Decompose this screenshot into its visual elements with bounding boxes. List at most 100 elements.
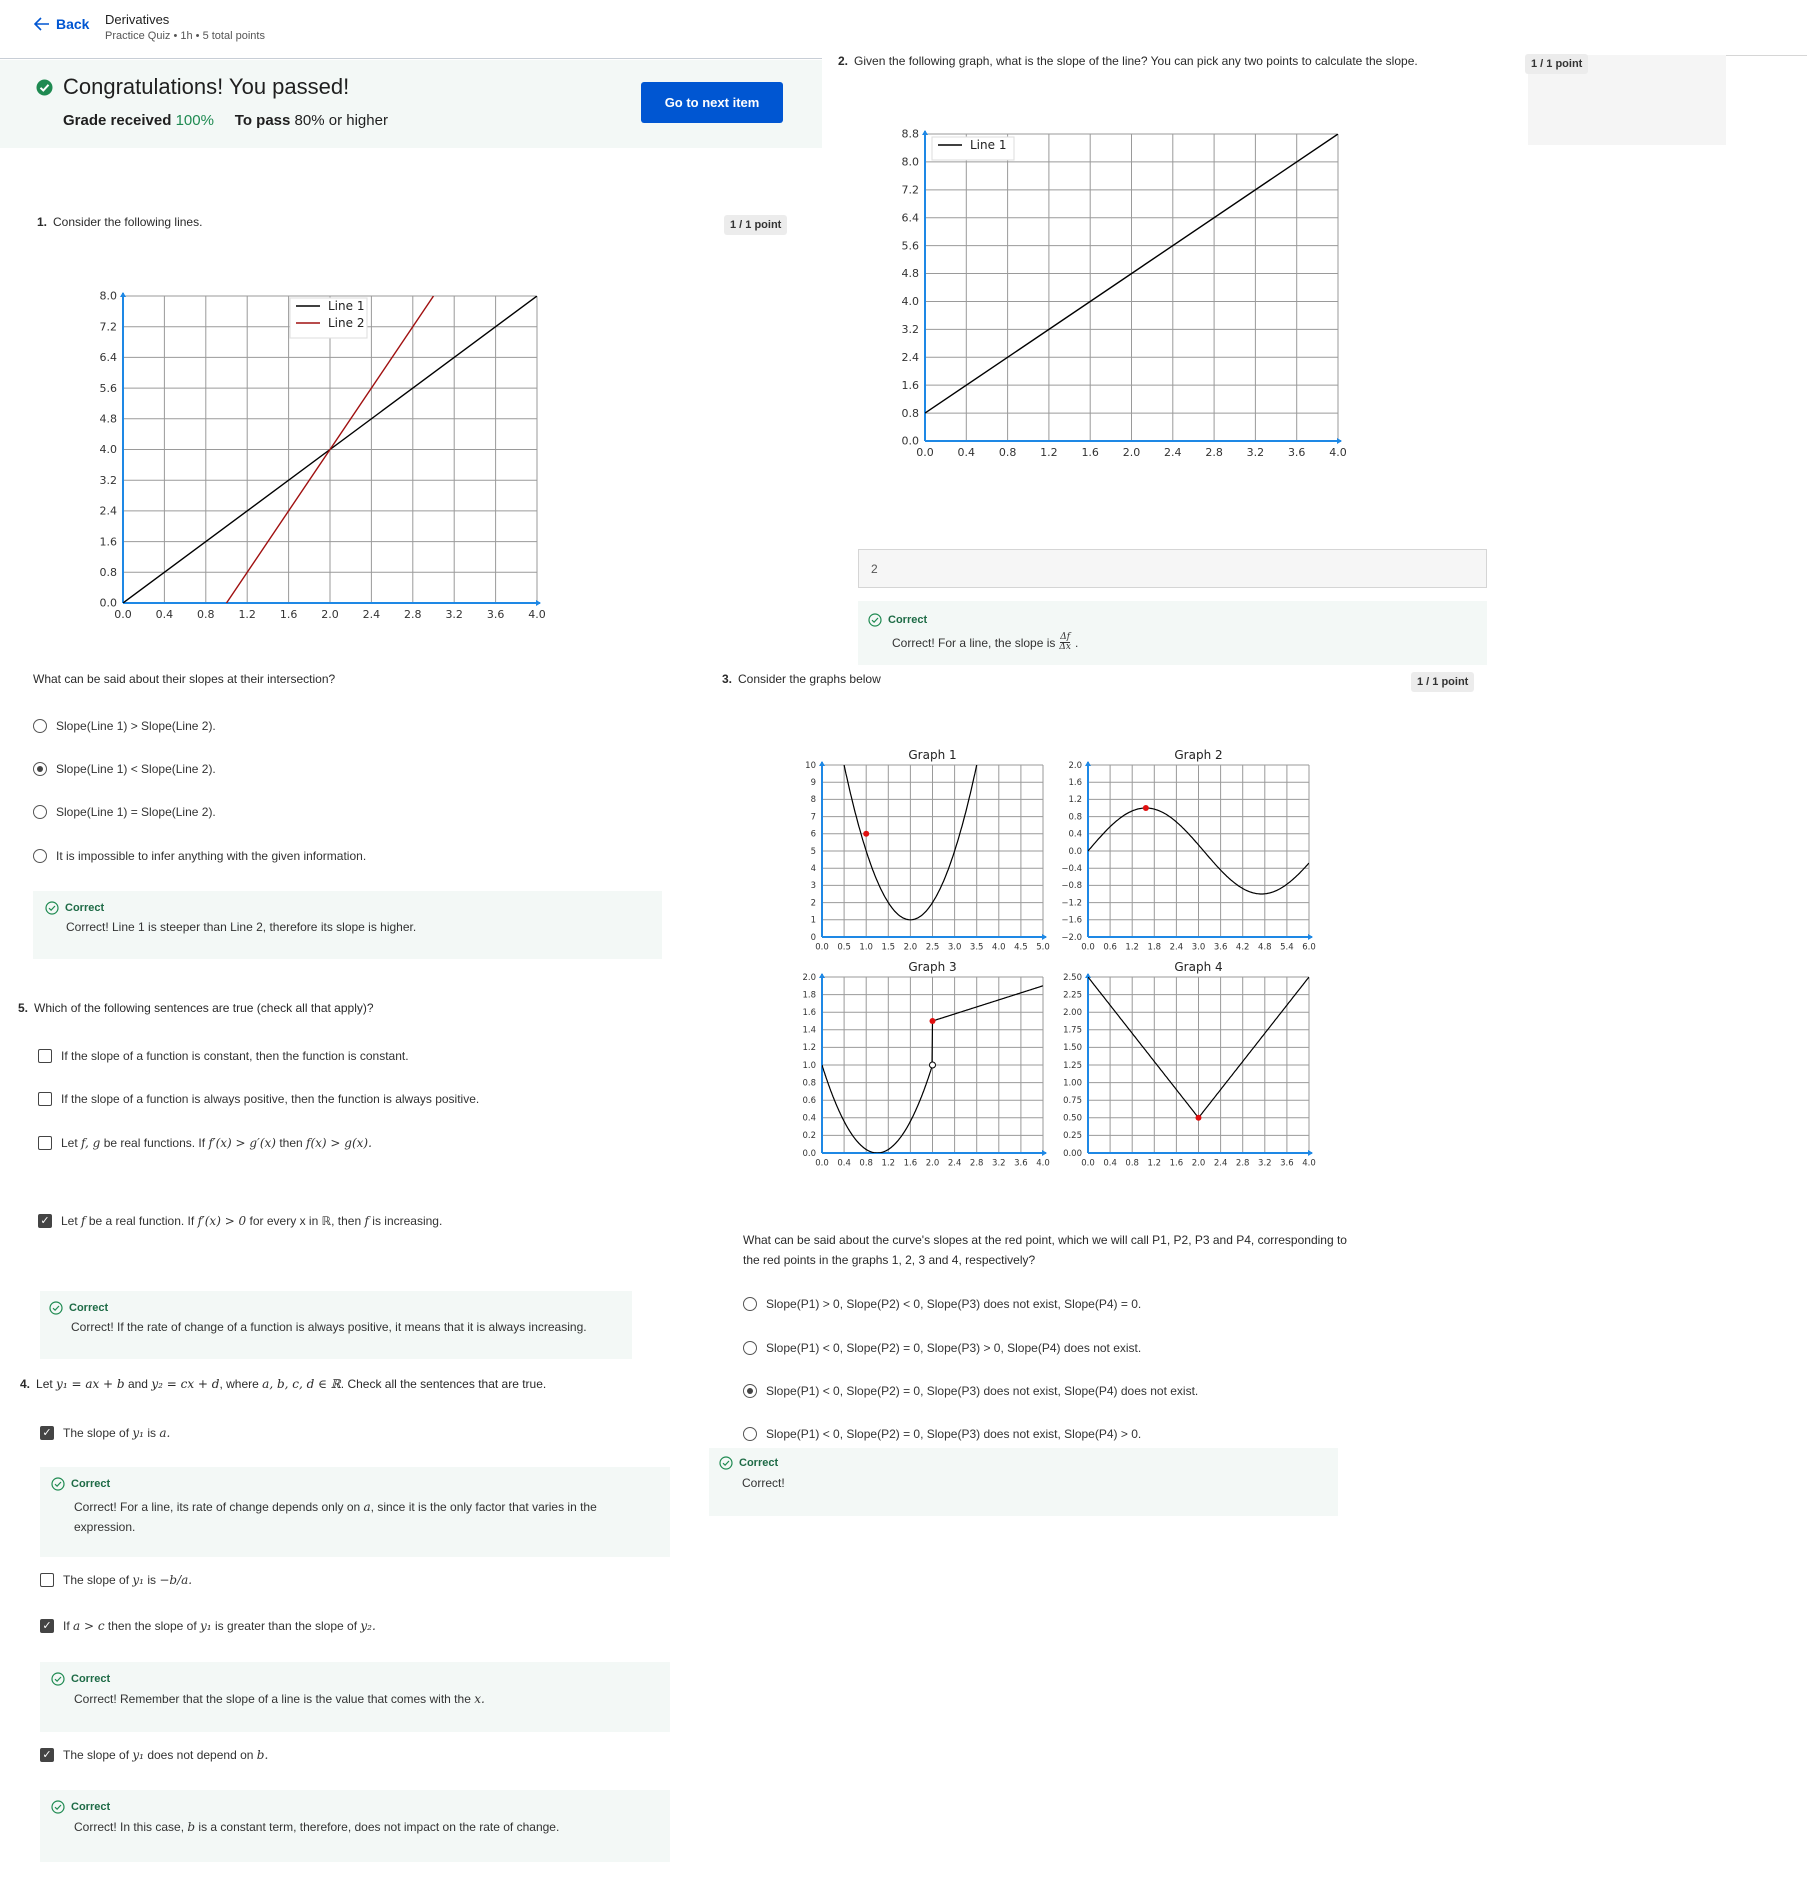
text: and: [127, 1377, 148, 1391]
radio-button[interactable]: [743, 1427, 757, 1441]
y-tick-label: 1.2: [802, 1043, 816, 1053]
q4-feedback-4: Correct Correct! In this case, b is a co…: [40, 1790, 670, 1862]
text: The slope of: [63, 1573, 130, 1587]
checkbox[interactable]: [38, 1136, 52, 1150]
q1-option-3[interactable]: Slope(Line 1) = Slope(Line 2).: [33, 805, 216, 819]
q1-option-1-label: Slope(Line 1) > Slope(Line 2).: [56, 719, 216, 733]
q5-option-1[interactable]: If the slope of a function is constant, …: [38, 1049, 409, 1063]
math: f, g: [81, 1136, 101, 1150]
y-tick-label: 2.0: [1068, 761, 1082, 771]
q2-answer-field[interactable]: 2: [858, 549, 1487, 588]
radio-button[interactable]: [743, 1384, 757, 1398]
q4-option-2[interactable]: The slope of y₁ is −b/a.: [40, 1573, 192, 1587]
next-item-button[interactable]: Go to next item: [641, 82, 783, 123]
q1-option-2[interactable]: Slope(Line 1) < Slope(Line 2).: [33, 762, 216, 776]
x-tick-label: 3.2: [1258, 1159, 1272, 1169]
x-tick-label: 3.2: [1247, 446, 1265, 459]
q2-answer-value: 2: [871, 562, 878, 576]
x-tick-label: 3.0: [948, 943, 962, 953]
y-tick-label: 1.6: [100, 535, 118, 548]
radio-button[interactable]: [33, 762, 47, 776]
back-link[interactable]: Back: [34, 16, 89, 32]
radio-button[interactable]: [33, 719, 47, 733]
radio-button[interactable]: [743, 1341, 757, 1355]
checkbox-checked[interactable]: ✓: [38, 1214, 52, 1228]
y-tick-label: 1.50: [1063, 1043, 1082, 1053]
math: x.: [474, 1692, 485, 1706]
graph1-chart: 0.0 0.5 1.0 1.5 2.0 2.5 3.0 3.5 4.0 4.5 5.0 0 1 2 3 4 5 6…: [805, 748, 1050, 953]
q3-option-2-label: Slope(P1) < 0, Slope(P2) = 0, Slope(P3) …: [766, 1341, 1142, 1355]
graph-title: Graph 3: [908, 960, 956, 974]
q5-option-3[interactable]: Let f, g be real functions. If f′(x) > g…: [38, 1136, 372, 1150]
x-tick-label: 2.4: [1164, 446, 1182, 459]
x-tick-label: 4.0: [992, 943, 1006, 953]
y-tick-label: 8.8: [902, 128, 920, 141]
q3-option-3-label: Slope(P1) < 0, Slope(P2) = 0, Slope(P3) …: [766, 1384, 1199, 1398]
page-subtitle: Practice Quiz • 1h • 5 total points: [105, 30, 265, 42]
q1-prompt-text: Consider the following lines.: [53, 215, 203, 229]
x-tick-label: 6.0: [1302, 943, 1316, 953]
text: , then: [331, 1214, 362, 1228]
q3-option-2[interactable]: Slope(P1) < 0, Slope(P2) = 0, Slope(P3) …: [743, 1341, 1141, 1355]
x-tick-label: 2.4: [1214, 1159, 1228, 1169]
y-tick-label: 0.8: [802, 1078, 816, 1088]
q4-prompt: 4. Let y₁ = ax + b and y₂ = cx + d, where…: [20, 1377, 546, 1391]
feedback-title-text: Correct: [69, 1302, 109, 1314]
radio-button[interactable]: [33, 805, 47, 819]
legend-label: Line 1: [970, 138, 1006, 152]
text: then: [279, 1136, 303, 1150]
q2-prompt: 2. Given the following graph, what is the…: [838, 54, 1418, 68]
check-circle-icon: [36, 79, 53, 95]
x-axis-arrow: [1042, 1150, 1047, 1156]
q5-option-4[interactable]: ✓ Let f be a real function. If f′(x) > 0…: [38, 1214, 442, 1228]
q3-option-3[interactable]: Slope(P1) < 0, Slope(P2) = 0, Slope(P3) …: [743, 1384, 1198, 1398]
checkbox[interactable]: [38, 1049, 52, 1063]
graph4-chart: 0.0 0.4 0.8 1.2 1.6 2.0 2.4 2.8 3.2 3.6 4.0 0.00 0.2…: [1063, 960, 1316, 1169]
y-tick-label: 7.2: [100, 320, 118, 333]
q5-option-2[interactable]: If the slope of a function is always pos…: [38, 1092, 479, 1106]
q1-option-1[interactable]: Slope(Line 1) > Slope(Line 2).: [33, 719, 216, 733]
q3-option-1[interactable]: Slope(P1) > 0, Slope(P2) < 0, Slope(P3) …: [743, 1297, 1141, 1311]
q4-option-1[interactable]: ✓ The slope of y₁ is a.: [40, 1426, 170, 1440]
radio-button[interactable]: [33, 849, 47, 863]
text: The slope of: [63, 1426, 130, 1440]
text: Let: [61, 1136, 78, 1150]
q3-feedback: Correct Correct!: [709, 1448, 1338, 1516]
q1-option-4[interactable]: It is impossible to infer anything with …: [33, 849, 366, 863]
math: f′(x) > g′(x): [208, 1136, 276, 1150]
x-tick-label: 1.6: [1081, 446, 1099, 459]
y-tick-label: 2.00: [1063, 1008, 1082, 1018]
q3-prompt-text: Consider the graphs below: [738, 672, 881, 686]
x-tick-label: 4.8: [1258, 943, 1272, 953]
y-tick-label: −0.4: [1061, 864, 1082, 874]
q5-option-4-label: Let f be a real function. If f′(x) > 0 f…: [61, 1214, 442, 1228]
check-circle-outline-icon: [51, 1672, 65, 1686]
q4-feedback-1: Correct Correct! For a line, its rate of…: [40, 1467, 670, 1557]
x-tick-label: 0.8: [859, 1159, 873, 1169]
math: a: [363, 1500, 371, 1514]
grade-value: 100%: [175, 112, 214, 129]
q4-option-4[interactable]: ✓ The slope of y₁ does not depend on b.: [40, 1748, 268, 1762]
checkbox-checked[interactable]: ✓: [40, 1748, 54, 1762]
checkbox[interactable]: [40, 1573, 54, 1587]
q4-option-3[interactable]: ✓ If a > c then the slope of y₁ is great…: [40, 1619, 376, 1633]
x-tick-label: 4.0: [528, 608, 546, 621]
q3-option-4[interactable]: Slope(P1) < 0, Slope(P2) = 0, Slope(P3) …: [743, 1427, 1141, 1441]
y-axis-arrow: [819, 761, 825, 766]
x-tick-label: 1.6: [280, 608, 298, 621]
feedback-body: Correct! For a line, its rate of change …: [74, 1497, 597, 1537]
math: y₁: [132, 1573, 144, 1587]
x-tick-label: 0.0: [815, 943, 829, 953]
checkbox-checked[interactable]: ✓: [40, 1426, 54, 1440]
text: Correct! For a line, its rate of change …: [74, 1500, 361, 1514]
radio-button[interactable]: [743, 1297, 757, 1311]
q2-feedback: Correct Correct! For a line, the slope i…: [858, 601, 1487, 665]
checkbox-checked[interactable]: ✓: [40, 1619, 54, 1633]
checkbox[interactable]: [38, 1092, 52, 1106]
y-tick-label: 1.8: [802, 990, 816, 1000]
q5-prompt-text: Which of the following sentences are tru…: [34, 1001, 374, 1015]
math: f(x) > g(x).: [306, 1136, 372, 1150]
text: Correct! In this case,: [74, 1820, 185, 1834]
math: y₁ = ax + b: [56, 1377, 125, 1391]
check-circle-outline-icon: [45, 901, 59, 915]
